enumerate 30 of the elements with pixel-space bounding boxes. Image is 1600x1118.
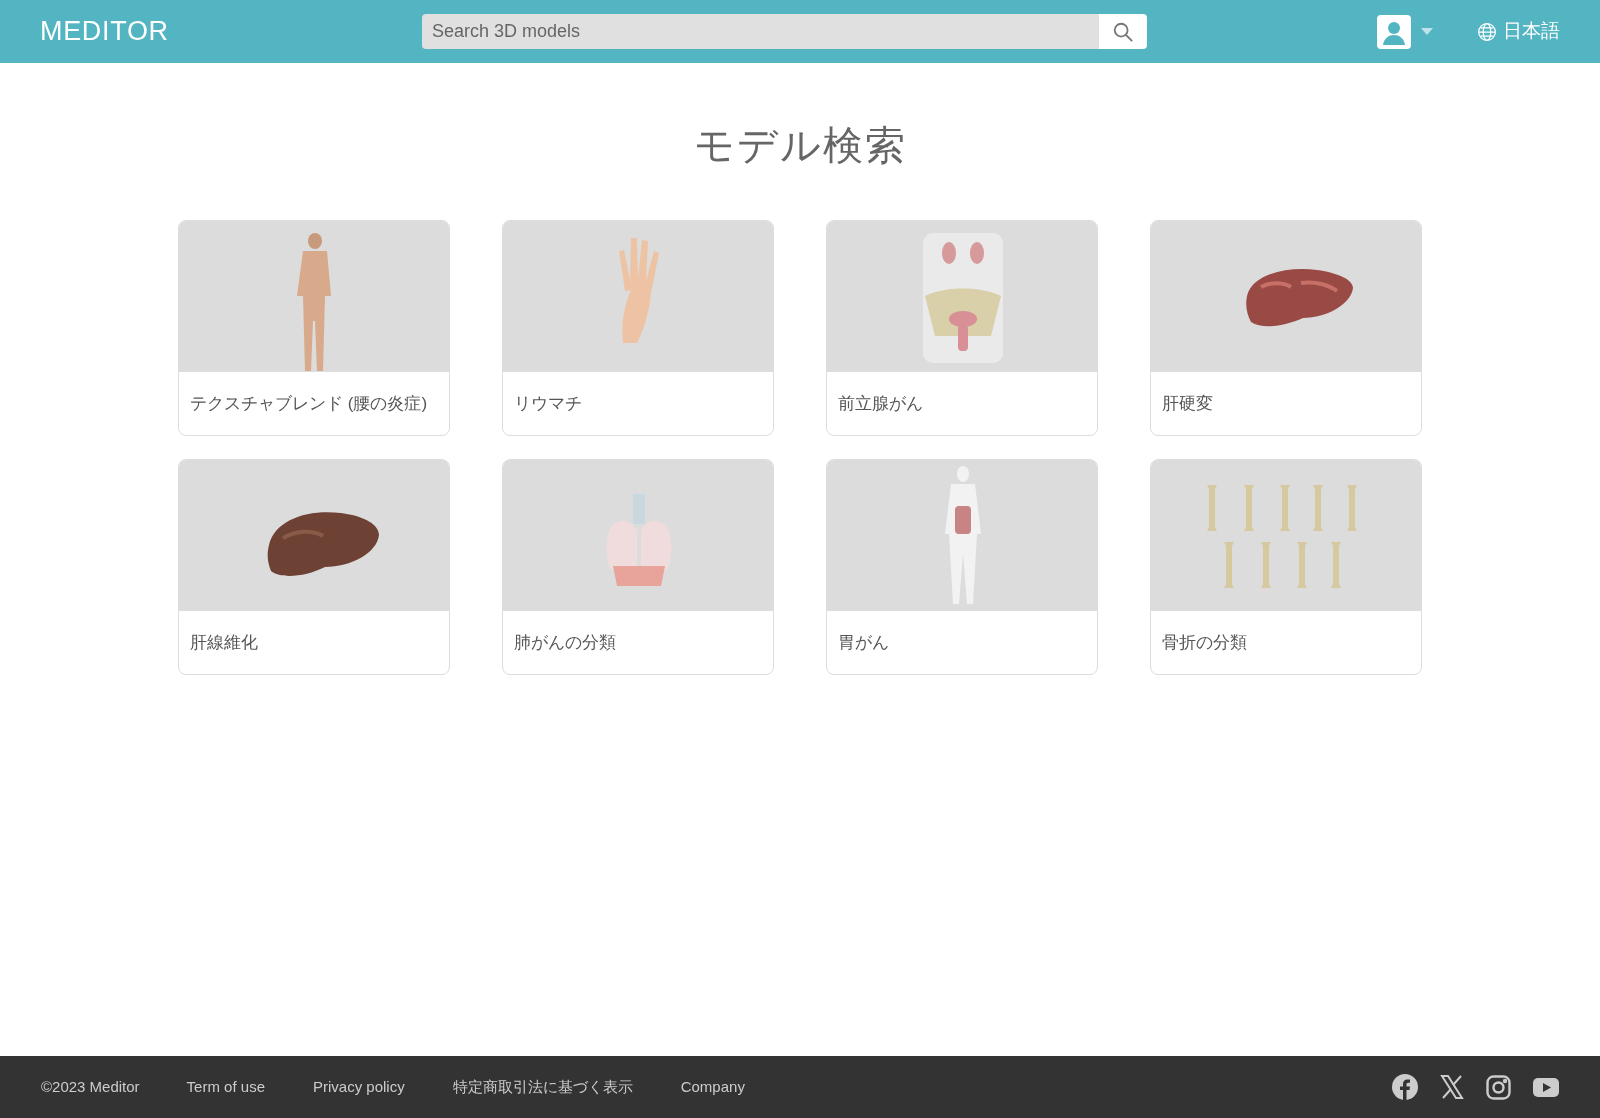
model-card[interactable]: 前立腺がん bbox=[826, 220, 1098, 436]
card-title: 前立腺がん bbox=[837, 393, 924, 415]
model-card[interactable]: リウマチ bbox=[502, 220, 774, 436]
model-card[interactable]: 肝硬変 bbox=[1150, 220, 1422, 436]
x-icon[interactable] bbox=[1440, 1075, 1464, 1099]
instagram-icon[interactable] bbox=[1486, 1074, 1511, 1100]
footer-link[interactable]: Company bbox=[680, 1075, 745, 1099]
card-title: 胃がん bbox=[837, 632, 890, 654]
footer-link[interactable]: Privacy policy bbox=[313, 1075, 405, 1099]
card-title: 肺がんの分類 bbox=[513, 632, 617, 654]
card-title: リウマチ bbox=[513, 393, 583, 415]
card-title: 肝硬変 bbox=[1161, 393, 1214, 415]
card-title: 肝線維化 bbox=[189, 632, 259, 654]
footer-link[interactable]: Term of use bbox=[186, 1075, 265, 1099]
page-title: モデル検索 bbox=[693, 122, 907, 169]
model-card[interactable]: 肺がんの分類 bbox=[502, 459, 774, 675]
search-button[interactable] bbox=[1099, 14, 1147, 49]
footer-link[interactable]: 特定商取引法に基づく表示 bbox=[452, 1075, 633, 1099]
card-title: 骨折の分類 bbox=[1161, 632, 1248, 654]
video-play-icon[interactable] bbox=[1533, 1077, 1559, 1097]
card-title: テクスチャブレンド (腰の炎症) bbox=[189, 393, 429, 415]
model-card[interactable]: 骨折の分類 bbox=[1150, 459, 1422, 675]
facebook-icon[interactable] bbox=[1392, 1074, 1418, 1100]
copyright: ©2023 Meditor bbox=[41, 1076, 140, 1097]
globe-icon bbox=[1477, 21, 1497, 42]
search-field[interactable]: Search 3D models bbox=[422, 14, 1099, 49]
model-card[interactable]: 胃がん bbox=[826, 459, 1098, 675]
model-card[interactable]: 肝線維化 bbox=[178, 459, 450, 675]
model-card[interactable]: テクスチャブレンド (腰の炎症) bbox=[178, 220, 450, 436]
search-icon bbox=[1112, 20, 1134, 43]
